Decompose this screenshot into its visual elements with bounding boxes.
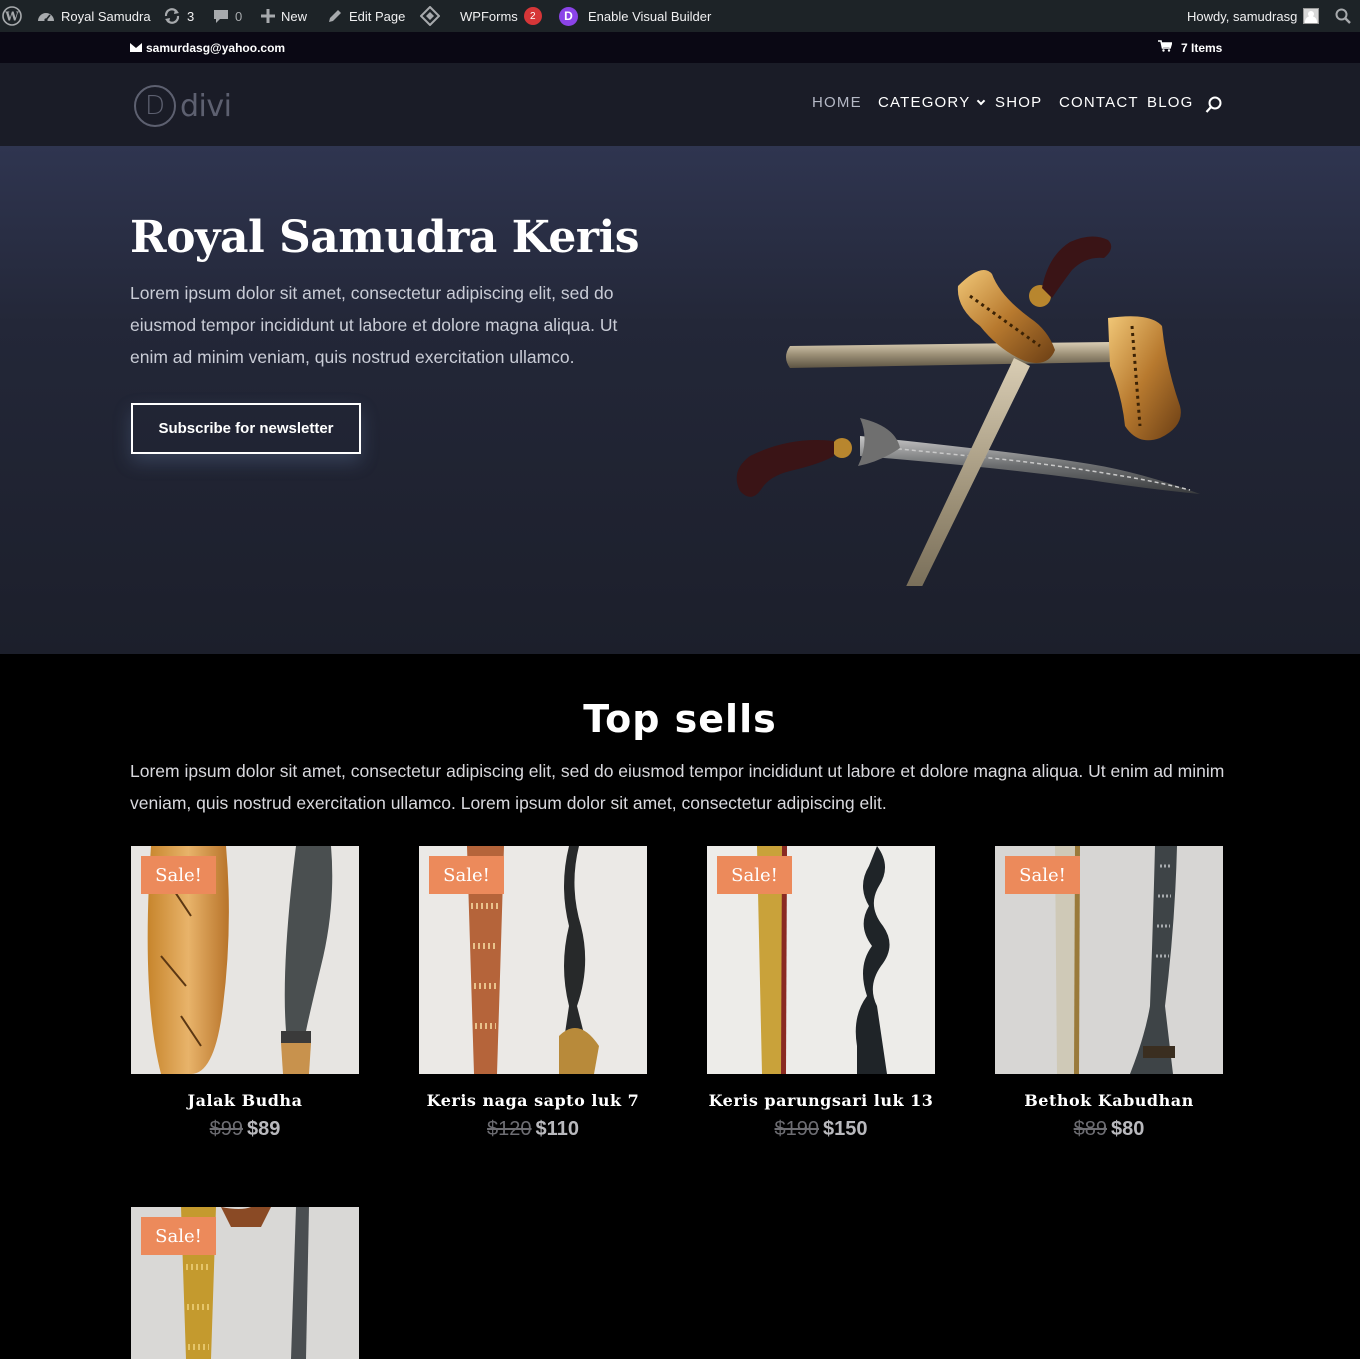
old-price: $99 <box>209 1118 243 1140</box>
logo-mark: D <box>134 85 176 127</box>
howdy-text: Howdy, samudrasg <box>1187 8 1298 24</box>
hero-section: Royal Samudra Keris Lorem ipsum dolor si… <box>0 146 1360 654</box>
edit-page-link[interactable]: Edit Page <box>327 0 405 32</box>
sale-badge: Sale! <box>429 856 504 894</box>
sale-price: $150 <box>823 1118 868 1140</box>
product-price: $190 $150 <box>707 1118 935 1141</box>
product-image[interactable]: Sale! <box>995 846 1223 1074</box>
my-account-menu[interactable]: Howdy, samudrasg <box>1187 0 1320 32</box>
nav-category-label: CATEGORY <box>878 94 971 111</box>
nav-blog[interactable]: BLOG <box>1147 94 1193 111</box>
product-card[interactable]: Sale! Keris naga sapto luk 7 $120 $110 <box>419 846 647 1141</box>
site-name-menu[interactable]: Royal Samudra <box>37 0 151 32</box>
divi-icon-menu[interactable] <box>420 0 440 32</box>
old-price: $120 <box>487 1118 532 1140</box>
nav-home[interactable]: HOME <box>812 94 862 111</box>
product-price: $89 $80 <box>995 1118 1223 1141</box>
product-price: $99 $89 <box>131 1118 359 1141</box>
nav-shop[interactable]: SHOP <box>995 94 1042 111</box>
product-image[interactable]: Sale! <box>131 846 359 1074</box>
wpforms-label: WPForms <box>460 8 518 24</box>
product-card[interactable]: Sale! Keris parungsari luk 13 $190 $150 <box>707 846 935 1141</box>
product-name[interactable]: Bethok Kabudhan <box>995 1091 1223 1110</box>
main-header: D divi HOME CATEGORY SHOP CONTACT BLOG <box>0 63 1360 146</box>
visual-builder-link[interactable]: D Enable Visual Builder <box>559 0 711 32</box>
product-card[interactable]: Sale! <box>131 1207 359 1359</box>
nav-contact[interactable]: CONTACT <box>1059 94 1139 111</box>
pencil-icon <box>327 8 343 24</box>
sale-badge: Sale! <box>141 1217 216 1255</box>
top-sells-title: Top sells <box>583 697 777 741</box>
wordpress-logo-icon[interactable]: W <box>2 0 22 32</box>
top-sells-text: Lorem ipsum dolor sit amet, consectetur … <box>130 761 1225 813</box>
product-name[interactable]: Keris naga sapto luk 7 <box>419 1091 647 1110</box>
product-image[interactable]: Sale! <box>707 846 935 1074</box>
plus-icon <box>261 9 275 23</box>
nav-category[interactable]: CATEGORY <box>878 94 986 111</box>
hero-text: Lorem ipsum dolor sit amet, consectetur … <box>130 283 618 367</box>
wp-admin-bar: W Royal Samudra 3 0 New Edit Page WPForm… <box>0 0 1360 32</box>
sale-badge: Sale! <box>141 856 216 894</box>
search-icon[interactable] <box>1205 96 1223 114</box>
updates-count: 3 <box>187 8 195 24</box>
comment-icon <box>213 8 229 24</box>
logo-text: divi <box>180 88 232 124</box>
product-name[interactable]: Keris parungsari luk 13 <box>707 1091 935 1110</box>
sale-price: $80 <box>1111 1118 1145 1140</box>
wpforms-menu[interactable]: WPForms 2 <box>460 0 542 32</box>
visual-builder-label: Enable Visual Builder <box>588 8 712 24</box>
old-price: $190 <box>774 1118 820 1140</box>
site-logo[interactable]: D divi <box>134 85 232 127</box>
avatar <box>1303 8 1320 24</box>
product-image[interactable]: Sale! <box>419 846 647 1074</box>
dashboard-icon <box>37 8 55 24</box>
hero-title: Royal Samudra Keris <box>130 212 640 263</box>
cart-count: 7 Items <box>1181 40 1223 55</box>
top-info-bar: samurdasg@yahoo.com 7 Items <box>0 32 1360 63</box>
email-link[interactable]: samurdasg@yahoo.com <box>130 32 285 63</box>
comments-menu[interactable]: 0 <box>213 0 242 32</box>
diamond-icon <box>420 6 440 26</box>
svg-text:W: W <box>4 10 19 24</box>
sale-price: $110 <box>535 1118 579 1140</box>
sale-badge: Sale! <box>717 856 792 894</box>
chevron-down-icon <box>977 96 986 106</box>
crossed-keris-image <box>736 236 1200 586</box>
new-label: New <box>281 8 308 24</box>
sale-price: $89 <box>247 1118 281 1140</box>
product-card[interactable]: Sale! Bethok Kabudhan $89 $80 <box>995 846 1223 1141</box>
product-card[interactable]: Sale! Jalak Budha $99 $89 <box>131 846 359 1141</box>
divi-builder-icon: D <box>559 6 578 26</box>
admin-search-icon[interactable] <box>1335 0 1351 32</box>
cart-icon <box>1158 40 1173 55</box>
product-name[interactable]: Jalak Budha <box>131 1091 359 1110</box>
new-content-menu[interactable]: New <box>261 0 307 32</box>
edit-page-label: Edit Page <box>349 8 406 24</box>
cart-link[interactable]: 7 Items <box>1158 32 1222 63</box>
updates-icon <box>163 7 181 25</box>
site-name: Royal Samudra <box>61 8 151 24</box>
wpforms-badge: 2 <box>523 7 542 25</box>
product-image[interactable]: Sale! <box>131 1207 359 1359</box>
product-price: $120 $110 <box>419 1118 647 1141</box>
comments-count: 0 <box>235 8 243 24</box>
old-price: $89 <box>1073 1118 1107 1140</box>
sale-badge: Sale! <box>1005 856 1080 894</box>
updates-menu[interactable]: 3 <box>163 0 194 32</box>
subscribe-button[interactable]: Subscribe for newsletter <box>131 403 361 454</box>
envelope-icon <box>130 43 142 52</box>
email-text: samurdasg@yahoo.com <box>146 40 286 55</box>
